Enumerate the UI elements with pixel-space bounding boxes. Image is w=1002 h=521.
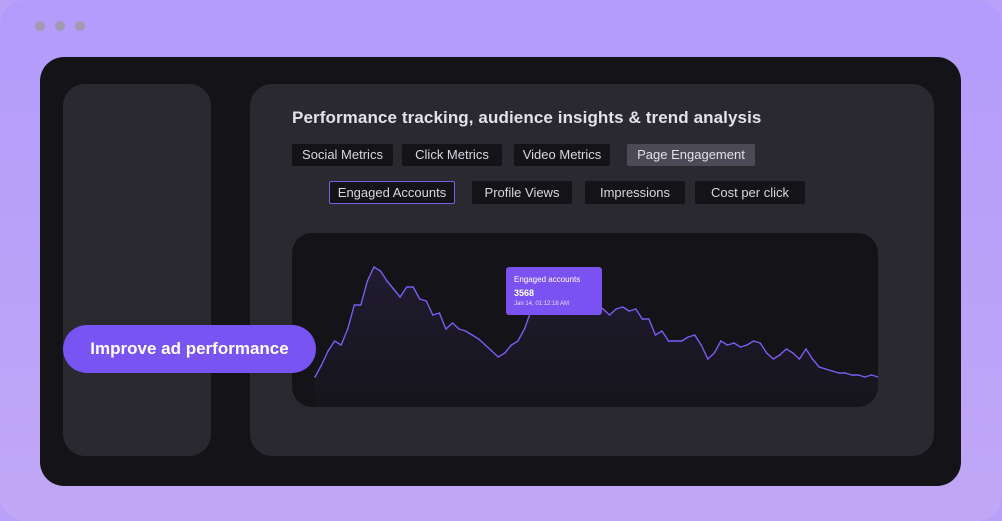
chart-point xyxy=(824,368,827,370)
chart-point xyxy=(864,376,866,378)
subtab-profile-views[interactable]: Profile Views xyxy=(472,181,572,204)
chart-point xyxy=(674,340,676,342)
chart-point xyxy=(720,340,722,342)
chart-point xyxy=(851,374,853,376)
chart-point xyxy=(837,372,840,374)
chart-point xyxy=(412,286,414,288)
chart-point xyxy=(497,356,500,358)
chart-point xyxy=(333,340,336,342)
chart-point xyxy=(491,350,493,352)
chart-point xyxy=(425,300,428,302)
subtab-impressions[interactable]: Impressions xyxy=(585,181,685,204)
chart-point xyxy=(628,310,630,312)
engagement-chart[interactable] xyxy=(292,233,878,407)
chart-point xyxy=(759,342,761,344)
chart-point xyxy=(510,344,513,346)
chart-point xyxy=(392,288,395,290)
chart-point xyxy=(798,358,801,360)
chart-point xyxy=(713,352,716,354)
tab-click-metrics[interactable]: Click Metrics xyxy=(402,144,502,166)
chart-point xyxy=(340,344,342,346)
tab-video-metrics[interactable]: Video Metrics xyxy=(514,144,610,166)
chart-point xyxy=(805,348,807,350)
chart-point xyxy=(366,280,369,282)
chart-point xyxy=(320,364,323,366)
chart-point xyxy=(765,352,768,354)
chart-point xyxy=(451,322,454,324)
chart-point xyxy=(752,340,755,342)
chart-point xyxy=(373,266,375,268)
chart-point xyxy=(857,374,860,376)
chart-point xyxy=(818,366,820,368)
chart-point xyxy=(726,344,729,346)
chart-point xyxy=(314,376,316,378)
chart-point xyxy=(831,370,833,372)
chart-point xyxy=(386,280,388,282)
chart-point xyxy=(353,304,356,306)
chart-point xyxy=(641,318,644,320)
chart-point xyxy=(733,342,735,344)
chart-point xyxy=(707,358,709,360)
chart-point xyxy=(648,318,650,320)
sidebar xyxy=(63,84,211,456)
chart-point xyxy=(360,304,362,306)
chart-svg xyxy=(314,266,878,407)
chart-point xyxy=(504,352,506,354)
chart-point xyxy=(635,308,637,310)
chart-point xyxy=(680,340,683,342)
tab-social-metrics[interactable]: Social Metrics xyxy=(292,144,393,166)
chart-point xyxy=(477,338,480,340)
chart-point xyxy=(484,344,486,346)
chart-point xyxy=(471,334,473,336)
tooltip-timestamp: Jan 14, 01:12:18 AM xyxy=(514,301,570,307)
chart-point xyxy=(700,344,702,346)
subtab-cost-per-click[interactable]: Cost per click xyxy=(695,181,805,204)
chart-point xyxy=(418,298,421,300)
panel-title: Performance tracking, audience insights … xyxy=(292,108,762,127)
chart-point xyxy=(517,340,519,342)
chart-point xyxy=(739,346,742,348)
tooltip-label: Engaged accounts xyxy=(514,275,581,284)
chart-point xyxy=(693,334,696,336)
chart-point xyxy=(399,296,401,298)
chart-point xyxy=(379,270,382,272)
chart-point xyxy=(844,372,847,374)
improve-ad-performance-button[interactable]: Improve ad performance xyxy=(63,325,316,373)
chart-point xyxy=(458,328,460,330)
chart-point xyxy=(687,336,689,338)
chart-point xyxy=(615,308,617,310)
chart-point xyxy=(785,348,788,350)
chart-point xyxy=(608,314,611,316)
chart-tooltip: Engaged accounts 3568 Jan 14, 01:12:18 A… xyxy=(506,267,602,315)
chart-point xyxy=(779,354,781,356)
chart-point xyxy=(432,314,434,316)
chart-point xyxy=(792,352,794,354)
window-dot-icon xyxy=(35,21,45,31)
tooltip-value: 3568 xyxy=(514,288,535,298)
chart-point xyxy=(746,344,748,346)
chart-point xyxy=(327,350,329,352)
chart-point xyxy=(346,328,349,330)
chart-point xyxy=(621,306,624,308)
chart-point xyxy=(661,330,663,332)
chart-point xyxy=(772,358,775,360)
chart-point xyxy=(870,374,873,376)
chart-point xyxy=(602,308,604,310)
window-dot-icon xyxy=(55,21,65,31)
chart-point xyxy=(811,358,814,360)
chart-point xyxy=(654,334,657,336)
tab-page-engagement[interactable]: Page Engagement xyxy=(627,144,755,166)
chart-point xyxy=(445,328,447,330)
window-dot-icon xyxy=(75,21,85,31)
chart-point xyxy=(405,286,408,288)
subtab-engaged-accounts[interactable]: Engaged Accounts xyxy=(329,181,455,204)
chart-point xyxy=(523,328,526,330)
chart-point xyxy=(438,312,441,314)
chart-point xyxy=(464,330,467,332)
chart-point xyxy=(667,340,670,342)
